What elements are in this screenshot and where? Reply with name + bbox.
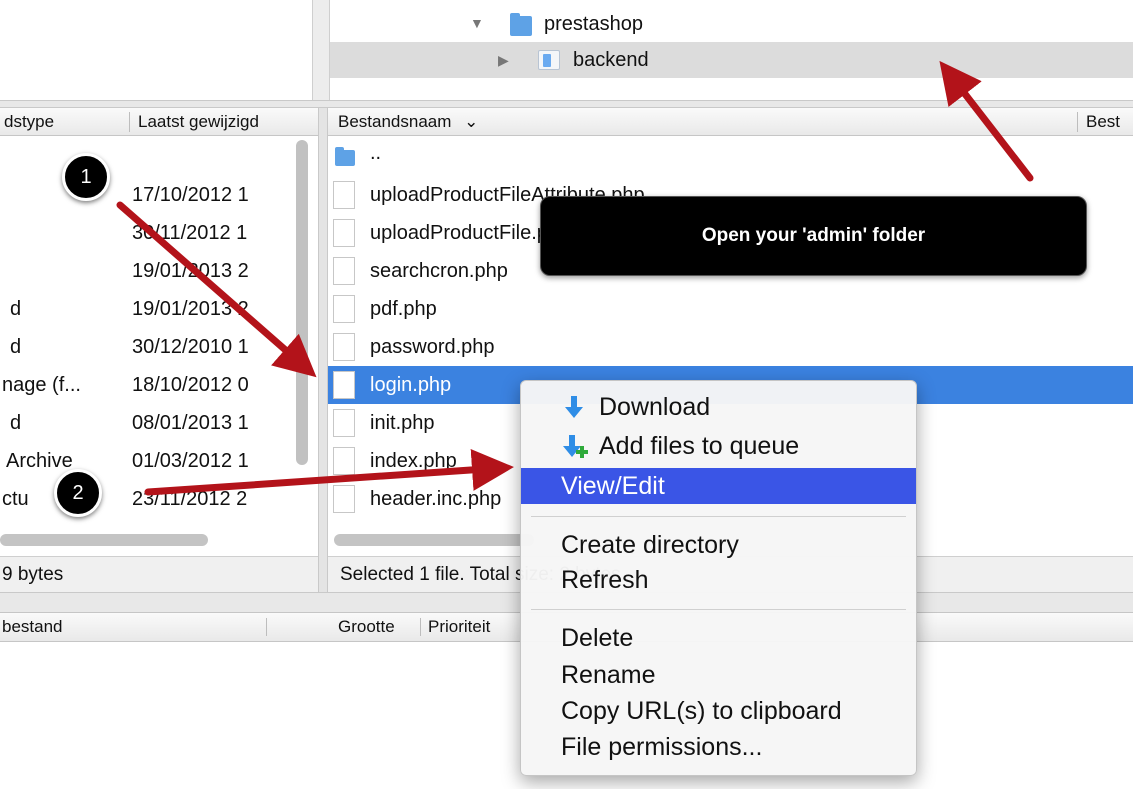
annotation-arrows bbox=[116, 60, 1034, 496]
callout-step-2: 2 bbox=[54, 469, 102, 517]
arrow-to-backend-folder bbox=[939, 60, 1034, 182]
ftp-client-window: ▼ prestashop ▶ backend dstype Laatst gew… bbox=[0, 0, 1133, 789]
arrow-to-view-edit bbox=[144, 448, 514, 496]
callout-step-1: 1 bbox=[62, 153, 110, 201]
arrow-to-login-file bbox=[116, 201, 317, 378]
